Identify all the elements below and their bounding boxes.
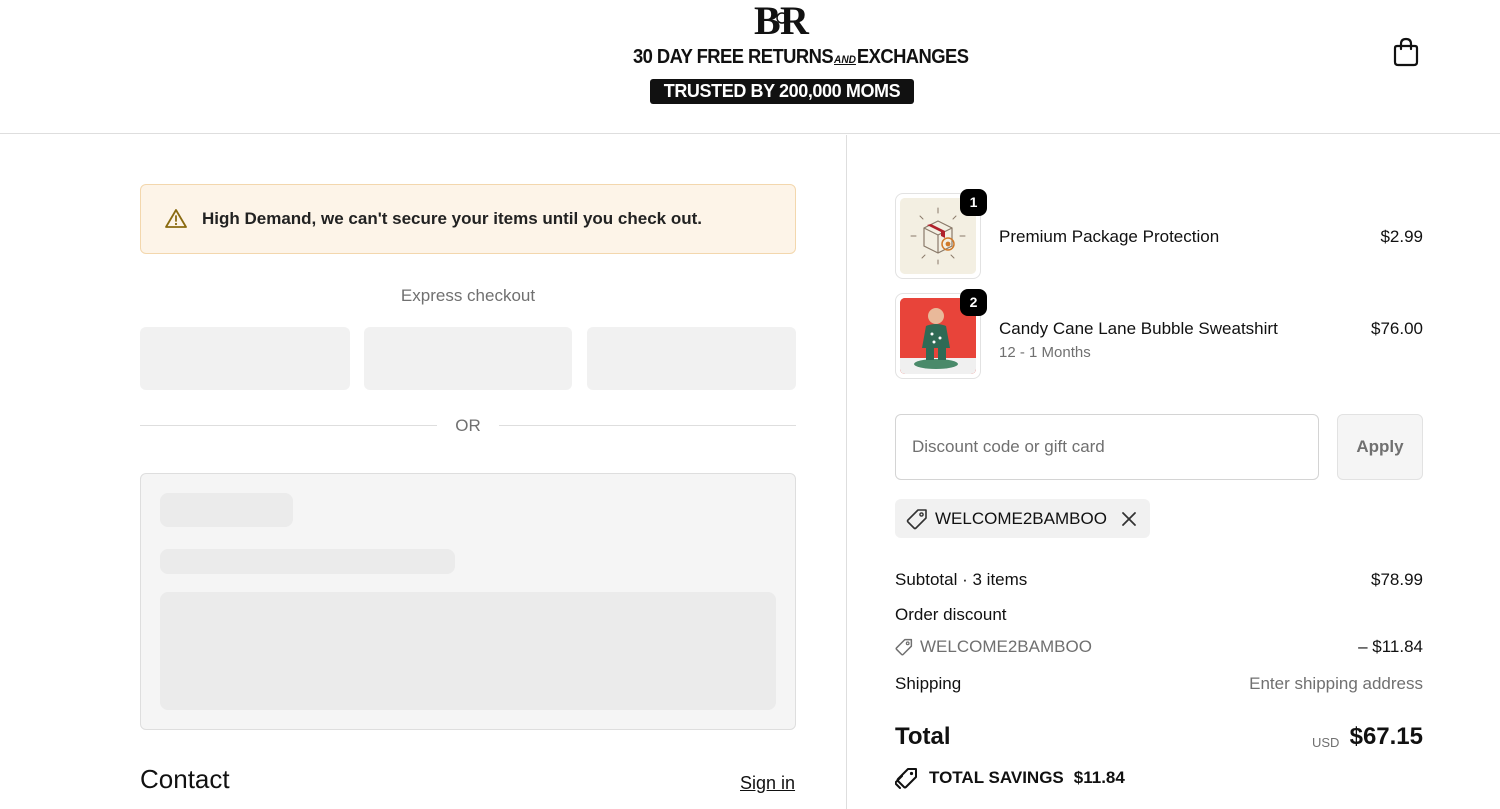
discount-value: – $11.84 — [1358, 637, 1423, 656]
remove-discount-close-icon[interactable] — [1120, 510, 1138, 528]
checkout-header: B R 30 DAY FREE RETURNSANDEXCHANGES TRUS… — [0, 0, 1500, 134]
product-thumbnail: 1 — [895, 189, 987, 279]
applied-discount-chip: WELCOME2BAMBOO — [895, 499, 1150, 538]
product-thumbnail: 2 — [895, 289, 987, 379]
discount-code-line: WELCOME2BAMBOO — [895, 637, 1092, 657]
shipping-row: Shipping Enter shipping address — [895, 674, 1423, 698]
tag-icon — [895, 638, 913, 656]
sign-in-link[interactable]: Sign in — [740, 773, 795, 794]
savings-label: TOTAL SAVINGS — [929, 768, 1064, 787]
skeleton-block — [160, 592, 776, 710]
logo-tagline-returns: 30 DAY FREE RETURNSANDEXCHANGES — [632, 46, 969, 68]
total-savings: TOTAL SAVINGS $11.84 — [895, 766, 1125, 790]
shipping-value: Enter shipping address — [1249, 674, 1423, 693]
contact-heading: Contact — [140, 764, 230, 794]
applied-discount-code: WELCOME2BAMBOO — [935, 508, 1107, 528]
express-checkout-button-2[interactable] — [364, 327, 572, 390]
express-checkout-label: Express checkout — [400, 286, 536, 305]
subtotal-value: $78.99 — [1371, 570, 1423, 589]
tag-icon — [906, 508, 927, 529]
loading-skeleton — [140, 473, 796, 730]
item-name: Premium Package Protection — [999, 227, 1220, 246]
line-item: 2 Candy Cane Lane Bubble Sweatshirt 12 -… — [895, 289, 1423, 383]
apply-discount-button[interactable]: Apply — [1337, 414, 1423, 480]
item-name: Candy Cane Lane Bubble Sweatshirt — [999, 319, 1278, 338]
store-logo[interactable]: B R 30 DAY FREE RETURNSANDEXCHANGES TRUS… — [620, 0, 969, 108]
total-label: Total — [895, 723, 951, 750]
order-discount-label: Order discount — [895, 605, 1007, 624]
item-price: $76.00 — [1371, 319, 1423, 338]
svg-text:R: R — [780, 0, 810, 40]
or-divider: OR — [140, 416, 796, 436]
shopping-bag-icon[interactable] — [1392, 37, 1420, 67]
discount-code-row: WELCOME2BAMBOO – $11.84 — [895, 637, 1423, 661]
skeleton-bar-title — [160, 493, 293, 527]
subtotal-label: Subtotal · 3 items — [895, 570, 1028, 589]
discount-code-input[interactable] — [895, 414, 1319, 480]
savings-value: $11.84 — [1073, 768, 1125, 787]
quantity-badge: 1 — [960, 189, 987, 216]
savings-tag-icon — [895, 768, 917, 789]
skeleton-bar-subtitle — [160, 549, 455, 574]
warning-icon — [165, 209, 187, 228]
banner-message: High Demand, we can't secure your items … — [202, 209, 702, 228]
high-demand-banner: High Demand, we can't secure your items … — [140, 184, 796, 254]
shipping-label: Shipping — [895, 674, 962, 693]
logo-monogram-icon: B R — [754, 0, 810, 40]
order-discount-row: Order discount — [895, 605, 1423, 629]
item-price: $2.99 — [1380, 227, 1423, 246]
total-currency: USD — [1312, 735, 1340, 750]
item-variant: 12 - 1 Months — [999, 344, 1091, 361]
discount-code-name: WELCOME2BAMBOO — [920, 637, 1092, 656]
order-summary: 1 Premium Package Protection $2.99 2 Can… — [847, 135, 1500, 809]
checkout-main: High Demand, we can't secure your items … — [0, 135, 846, 809]
quantity-badge: 2 — [960, 289, 987, 316]
express-checkout-button-3[interactable] — [587, 327, 796, 390]
total-value: $67.15 — [1349, 723, 1423, 750]
logo-tagline-trusted: TRUSTED BY 200,000 MOMS — [650, 79, 914, 104]
subtotal-row: Subtotal · 3 items $78.99 — [895, 570, 1423, 594]
or-divider-line-right — [499, 425, 796, 426]
or-label: OR — [455, 416, 481, 435]
line-item: 1 Premium Package Protection $2.99 — [895, 189, 1423, 283]
express-checkout-button-1[interactable] — [140, 327, 350, 390]
